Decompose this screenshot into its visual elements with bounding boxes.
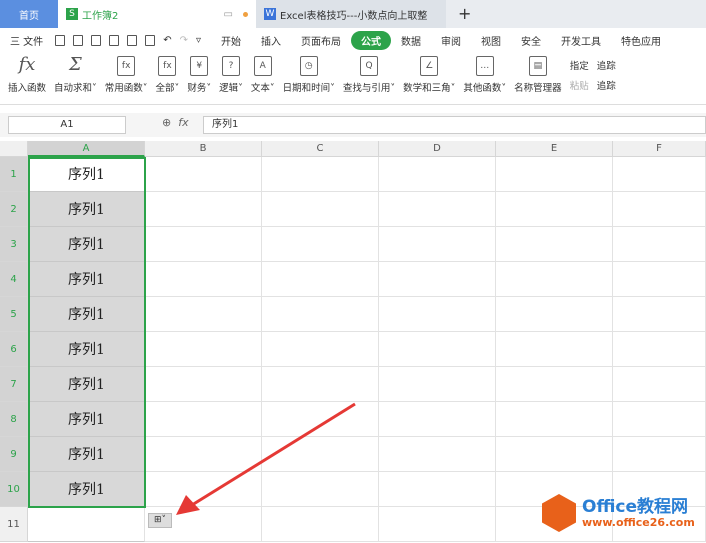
annotation-arrow <box>176 402 356 515</box>
